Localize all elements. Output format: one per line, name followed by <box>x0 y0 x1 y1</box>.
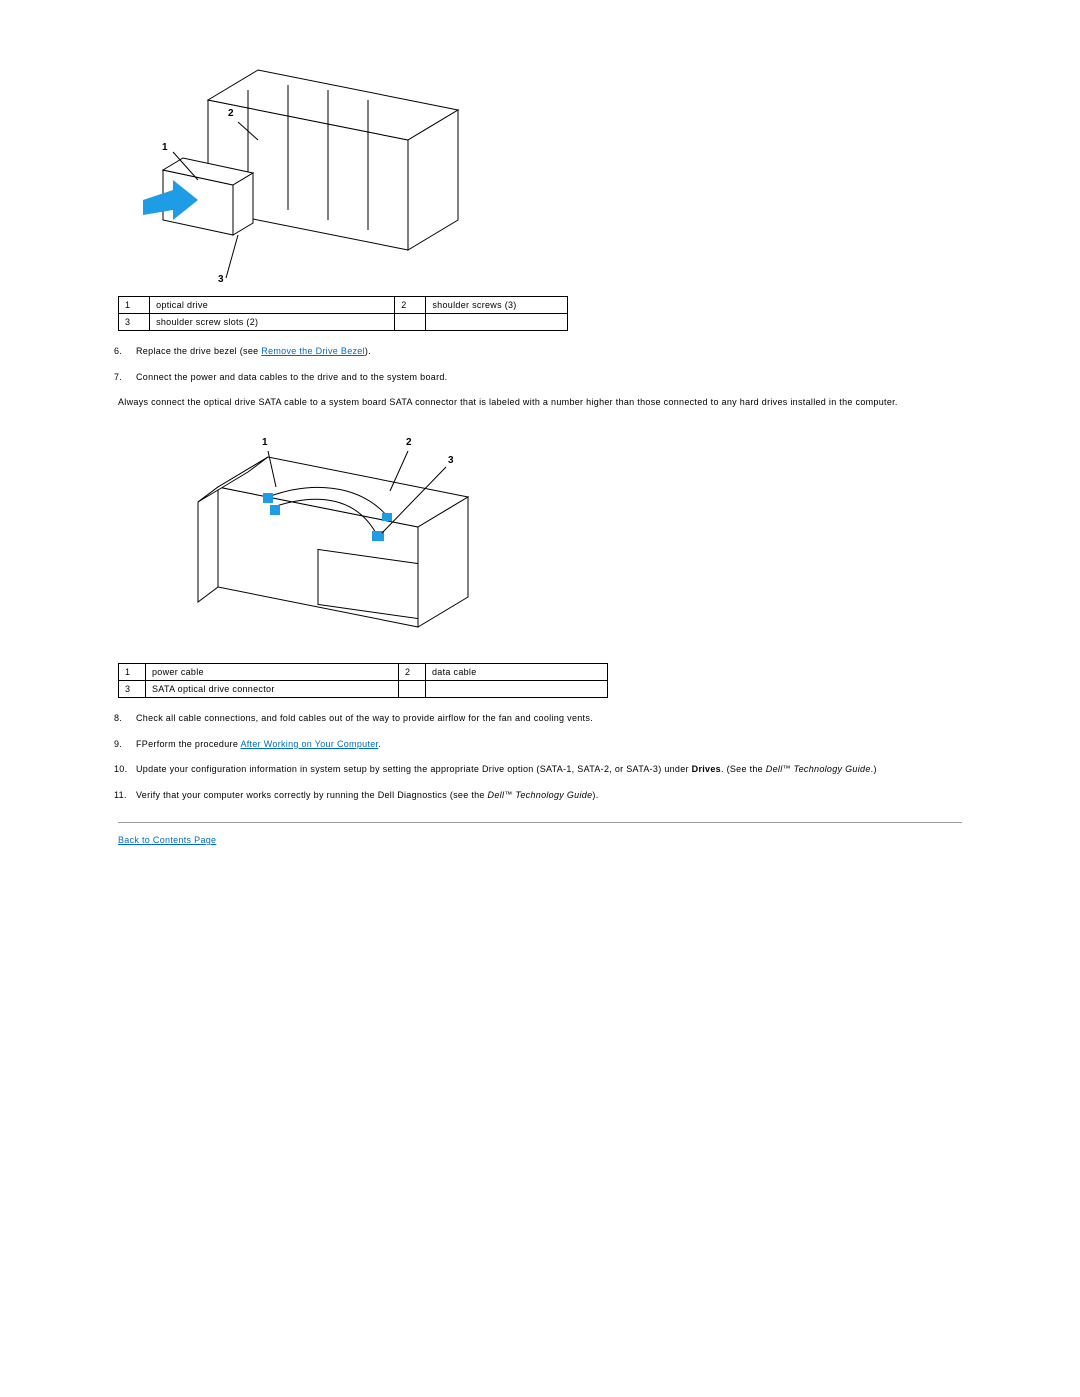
step-number: 6. <box>114 345 122 359</box>
link-back-to-contents[interactable]: Back to Contents Page <box>118 835 216 845</box>
step-text: . (See the <box>721 764 766 774</box>
table-cell <box>426 314 568 331</box>
callout-1: 1 <box>262 437 268 448</box>
step-number: 7. <box>114 371 122 385</box>
link-after-working[interactable]: After Working on Your Computer <box>240 739 378 749</box>
step-text: Replace the drive bezel (see <box>136 346 261 356</box>
table-cell: power cable <box>146 664 399 681</box>
step-text: ). <box>365 346 371 356</box>
product-name: Dell <box>488 790 505 800</box>
callout-3: 3 <box>218 274 224 285</box>
step-number: 11. <box>114 789 127 803</box>
callout-2: 2 <box>406 437 412 448</box>
chassis-cables-diagram-icon <box>158 427 508 657</box>
table-cell <box>395 314 426 331</box>
callout-2: 2 <box>228 108 234 119</box>
step-11: 11. Verify that your computer works corr… <box>136 789 962 803</box>
figure1-callout-table: 1 optical drive 2 shoulder screws (3) 3 … <box>118 296 568 331</box>
table-cell: SATA optical drive connector <box>146 681 399 698</box>
table-cell: 2 <box>395 297 426 314</box>
step-number: 10. <box>114 763 127 777</box>
step-10: 10. Update your configuration informatio… <box>136 763 962 777</box>
table-cell: 1 <box>119 664 146 681</box>
table-cell: 3 <box>119 681 146 698</box>
table-cell <box>426 681 608 698</box>
table-cell: data cable <box>426 664 608 681</box>
sata-note: Always connect the optical drive SATA ca… <box>118 396 962 409</box>
step-9: 9. FPerform the procedure After Working … <box>136 738 962 752</box>
table-cell <box>399 681 426 698</box>
step-text: . <box>378 739 381 749</box>
link-remove-drive-bezel[interactable]: Remove the Drive Bezel <box>261 346 365 356</box>
callout-3: 3 <box>448 455 454 466</box>
trademark: ™ <box>504 790 512 799</box>
step-text: ). <box>592 790 598 800</box>
table-cell: 2 <box>399 664 426 681</box>
step-text: Verify that your computer works correctl… <box>136 790 488 800</box>
step-8: 8. Check all cable connections, and fold… <box>136 712 962 726</box>
product-name: Technology Guide <box>513 790 593 800</box>
separator <box>118 822 962 823</box>
step-text: FPerform the procedure <box>136 739 240 749</box>
table-cell: 3 <box>119 314 150 331</box>
trademark: ™ <box>783 764 791 773</box>
step-text: Update your configuration information in… <box>136 764 692 774</box>
table-cell: optical drive <box>150 297 395 314</box>
product-name: Technology Guide <box>791 764 871 774</box>
figure-cable-routing: 1 2 3 <box>158 427 508 657</box>
step-number: 8. <box>114 712 122 726</box>
table-cell: shoulder screw slots (2) <box>150 314 395 331</box>
step-6: 6. Replace the drive bezel (see Remove t… <box>136 345 962 359</box>
step-bold: Drives <box>692 764 721 774</box>
figure-optical-drive: 1 2 3 <box>128 30 478 290</box>
table-cell: 1 <box>119 297 150 314</box>
step-text: .) <box>871 764 877 774</box>
chassis-diagram-icon <box>128 30 478 290</box>
callout-1: 1 <box>162 142 168 153</box>
figure2-callout-table: 1 power cable 2 data cable 3 SATA optica… <box>118 663 608 698</box>
table-cell: shoulder screws (3) <box>426 297 568 314</box>
product-name: Dell <box>766 764 783 774</box>
step-text: Connect the power and data cables to the… <box>136 372 447 382</box>
step-7: 7. Connect the power and data cables to … <box>136 371 962 385</box>
step-number: 9. <box>114 738 122 752</box>
step-text: Check all cable connections, and fold ca… <box>136 713 593 723</box>
